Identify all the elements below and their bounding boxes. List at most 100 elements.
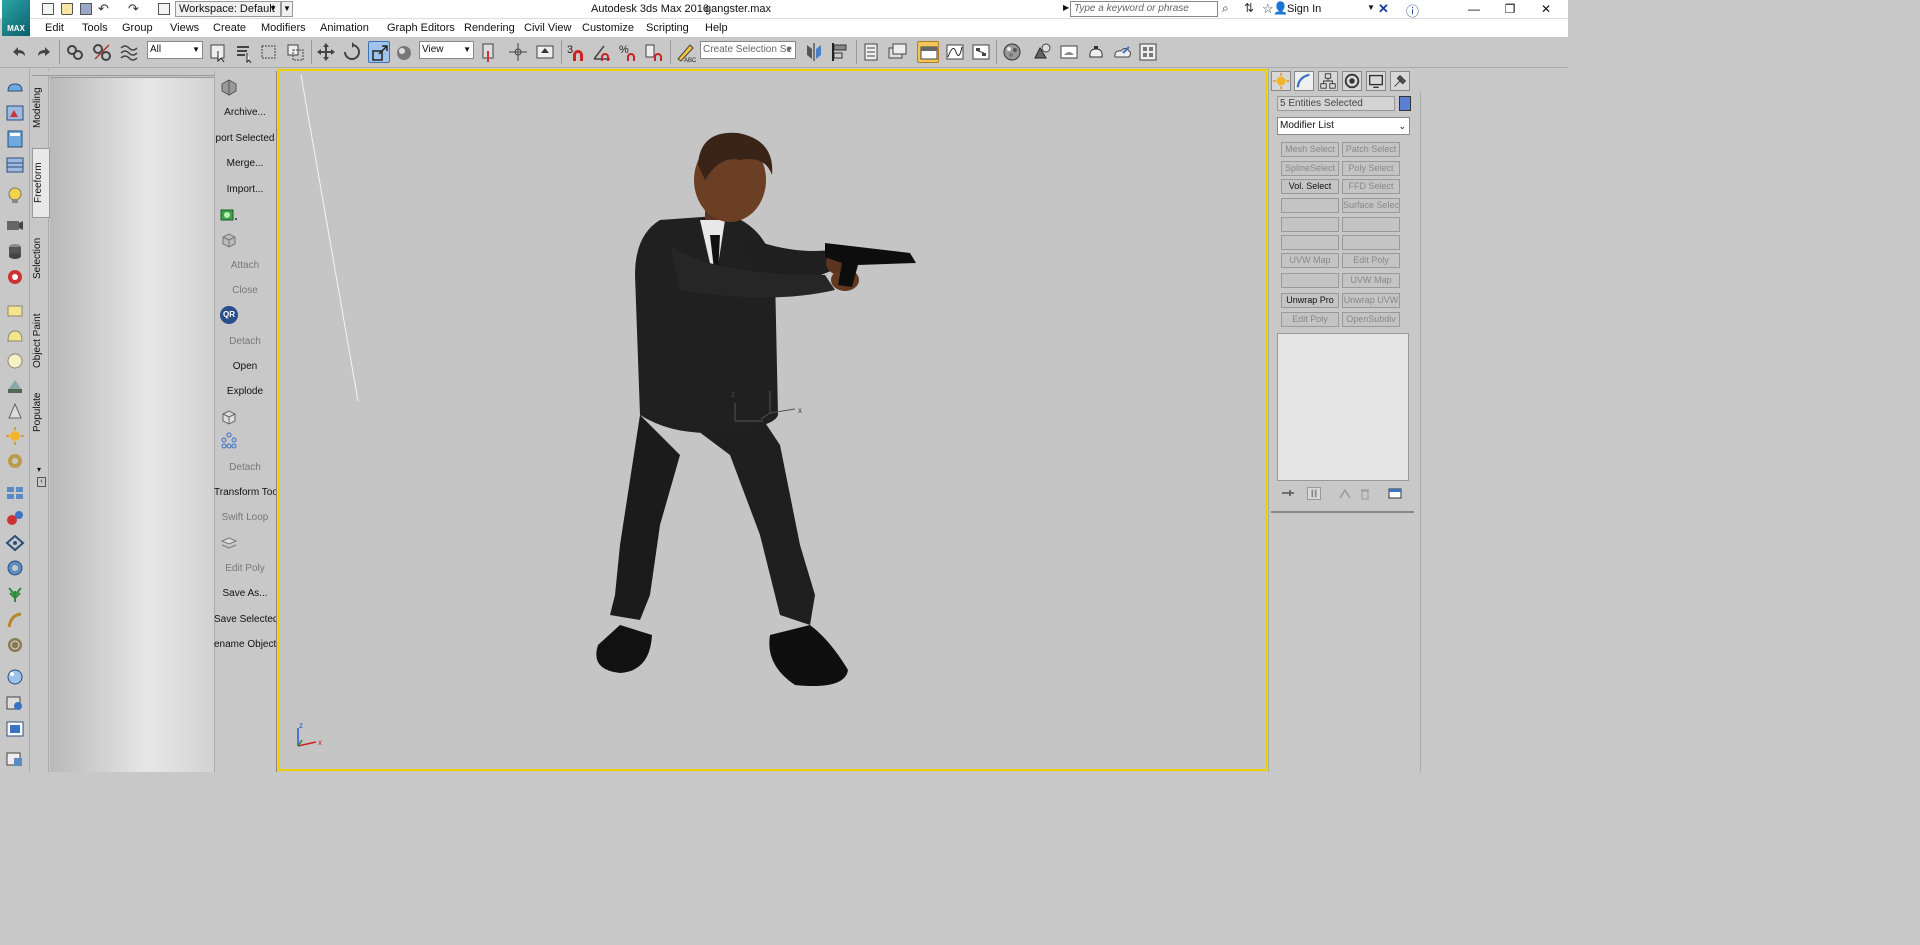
render-production-icon[interactable] — [1085, 41, 1107, 63]
redo-icon[interactable] — [33, 41, 55, 63]
motion-tab-icon[interactable] — [1342, 71, 1362, 91]
select-object-icon[interactable] — [207, 41, 229, 63]
viewport-layout-icon[interactable] — [5, 104, 25, 122]
explode-button[interactable]: Explode — [214, 386, 276, 397]
bind-to-space-warp-icon[interactable] — [118, 41, 140, 63]
menu-modifiers[interactable]: Modifiers — [261, 22, 306, 34]
detach-button[interactable]: Detach — [214, 336, 276, 347]
remove-modifier-icon[interactable] — [1358, 487, 1372, 500]
tab-selection[interactable]: Selection — [32, 233, 50, 283]
hierarchy-tab-icon[interactable] — [1318, 71, 1338, 91]
unwrap-pro-button[interactable]: Unwrap Pro — [1281, 293, 1339, 308]
app-logo-icon[interactable]: MAX — [2, 0, 30, 36]
empty-modifier-slot[interactable] — [1342, 217, 1400, 232]
binoculars-icon[interactable]: ⌕ — [1222, 1, 1229, 16]
schematic-view-icon[interactable] — [970, 41, 992, 63]
sphere-primitive-icon[interactable] — [5, 352, 25, 370]
render-in-cloud-icon[interactable] — [1111, 41, 1133, 63]
plane-primitive-icon[interactable] — [5, 302, 25, 320]
rectangular-selection-region-icon[interactable] — [258, 41, 280, 63]
screen-record-icon[interactable] — [220, 206, 238, 224]
select-and-scale-icon[interactable] — [368, 41, 390, 63]
undo-icon[interactable]: ↶ — [98, 1, 109, 17]
material-editor-icon[interactable] — [1001, 41, 1023, 63]
search-input[interactable]: Type a keyword or phrase — [1070, 1, 1218, 17]
empty-modifier-slot[interactable] — [1281, 273, 1339, 288]
percent-snap-icon[interactable]: % — [617, 41, 639, 63]
camera-icon[interactable] — [5, 216, 25, 234]
favorites-star-icon[interactable]: ☆ — [1262, 1, 1274, 17]
exchange-apps-icon[interactable]: ✕ — [1378, 1, 1389, 17]
named-selection-set-dropdown[interactable]: Create Selection Se ▼ — [700, 41, 796, 59]
pivot-center-icon[interactable] — [477, 41, 499, 63]
new-file-icon[interactable] — [42, 3, 54, 15]
uvw-map-button[interactable]: UVW Map — [1281, 253, 1339, 268]
glass-sphere-icon[interactable] — [5, 668, 25, 686]
render-setup-icon[interactable] — [1031, 41, 1053, 63]
import-button[interactable]: Import... — [214, 184, 276, 195]
box-primitive-icon[interactable] — [5, 327, 25, 345]
opensubdiv-button[interactable]: OpenSubdiv — [1342, 312, 1400, 327]
sun-light-icon[interactable] — [5, 427, 25, 445]
search-expand-icon[interactable]: ▶ — [1063, 3, 1069, 12]
select-and-manipulate-icon[interactable] — [507, 41, 529, 63]
object-color-swatch[interactable] — [1399, 96, 1411, 111]
redo-icon[interactable]: ↷ — [128, 1, 139, 17]
merge-button[interactable]: Merge... — [214, 158, 276, 169]
make-unique-icon[interactable] — [1338, 487, 1352, 500]
select-and-move-icon[interactable] — [315, 41, 337, 63]
toggle-layer-explorer-icon[interactable] — [886, 41, 908, 63]
export-panel-icon[interactable] — [5, 750, 25, 768]
workspace-menu-button[interactable]: ▼ — [281, 1, 293, 17]
select-and-place-icon[interactable] — [394, 41, 416, 63]
menu-animation[interactable]: Animation — [320, 22, 369, 34]
cylinder-tool-icon[interactable] — [5, 242, 25, 260]
pin-stack-icon[interactable] — [1281, 487, 1295, 500]
light-bulb-icon[interactable] — [5, 186, 25, 204]
patch-select-button[interactable]: Patch Select — [1342, 142, 1400, 157]
tab-populate[interactable]: Populate — [32, 388, 50, 436]
menu-help[interactable]: Help — [705, 22, 728, 34]
quad-remesh-icon[interactable]: QR — [220, 306, 238, 324]
edit-poly-button[interactable]: Edit Poly — [214, 563, 276, 574]
window-crossing-icon[interactable] — [284, 41, 306, 63]
display-tab-icon[interactable] — [1366, 71, 1386, 91]
unwrap-uvw-button[interactable]: Unwrap UVW — [1342, 293, 1400, 308]
unlink-selection-icon[interactable] — [91, 41, 113, 63]
foliage-icon[interactable] — [5, 585, 25, 603]
geosphere-icon[interactable] — [5, 377, 25, 395]
ribbon-collapse-icon[interactable]: ‹ — [37, 477, 46, 487]
modifier-list-dropdown[interactable]: Modifier List ⌄ — [1277, 117, 1410, 135]
workspace-dropdown[interactable]: Workspace: Default ▼ — [175, 1, 281, 17]
transform-tool-button[interactable]: Transform Tool — [214, 487, 276, 498]
menu-rendering[interactable]: Rendering — [464, 22, 515, 34]
toggle-scene-explorer-icon[interactable] — [860, 41, 882, 63]
create-tab-icon[interactable] — [1271, 71, 1291, 91]
open-folder-icon[interactable] — [61, 3, 73, 15]
toggle-ribbon-icon[interactable] — [917, 41, 939, 63]
scatter-dots-icon[interactable] — [220, 432, 238, 450]
material-library-icon[interactable] — [5, 720, 25, 738]
help-icon[interactable]: ⓘ — [1406, 1, 1419, 20]
selection-filter-dropdown[interactable]: All ▼ — [147, 41, 203, 59]
modifier-stack[interactable] — [1277, 333, 1409, 481]
uvw-map-secondary-button[interactable]: UVW Map — [1342, 273, 1400, 288]
tab-modeling[interactable]: Modeling — [32, 80, 50, 135]
angle-snap-icon[interactable] — [591, 41, 613, 63]
curve-editor-icon[interactable] — [944, 41, 966, 63]
rendered-frame-window-icon[interactable] — [1058, 41, 1080, 63]
cone-primitive-icon[interactable] — [5, 402, 25, 420]
menu-group[interactable]: Group — [122, 22, 153, 34]
grid-icon[interactable] — [5, 156, 25, 174]
select-by-name-icon[interactable] — [233, 41, 255, 64]
calculator-icon[interactable] — [5, 130, 25, 148]
utilities-tab-icon[interactable] — [1390, 71, 1410, 91]
menu-views[interactable]: Views — [170, 22, 199, 34]
open-button[interactable]: Open — [214, 361, 276, 372]
spline-select-button[interactable]: SplineSelect — [1281, 161, 1339, 176]
menu-customize[interactable]: Customize — [582, 22, 634, 34]
sign-in-button[interactable]: Sign In — [1287, 3, 1321, 15]
swift-loop-button[interactable]: Swift Loop — [214, 512, 276, 523]
save-selected-button[interactable]: Save Selected — [214, 614, 276, 625]
communication-center-icon[interactable]: ⇅ — [1244, 1, 1254, 15]
